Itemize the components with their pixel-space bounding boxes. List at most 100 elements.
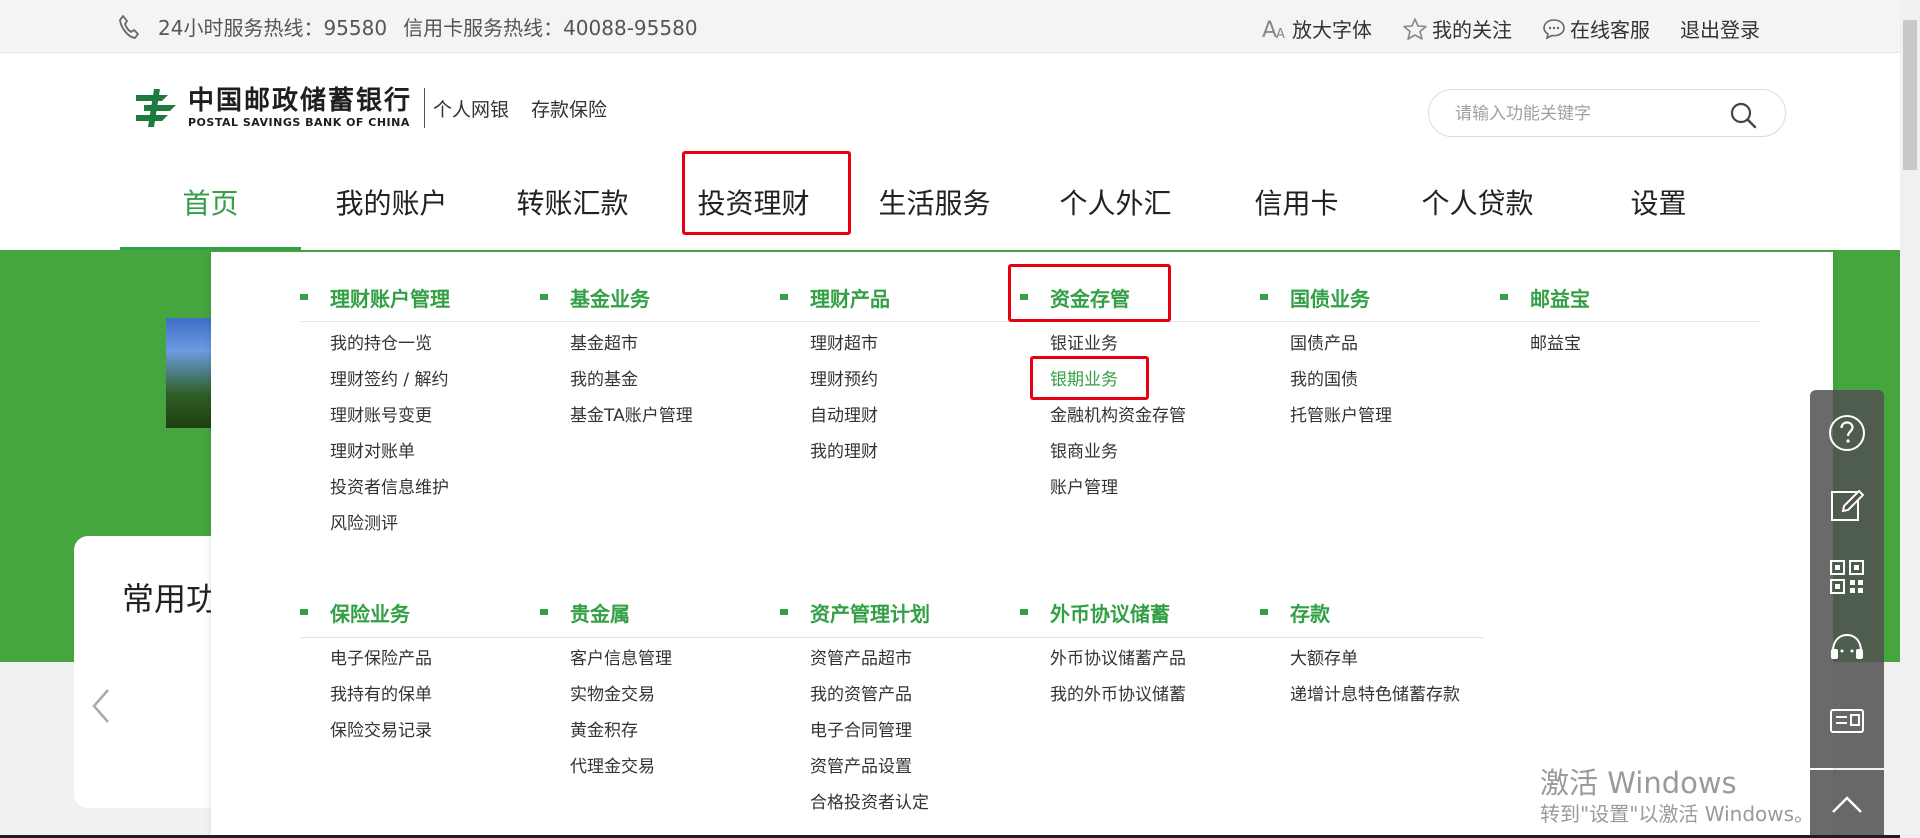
card-title: 常用功 bbox=[122, 580, 219, 618]
phone-icon bbox=[119, 14, 139, 39]
bullet-icon bbox=[300, 294, 308, 300]
menu-link[interactable]: 外币协议储蓄产品 bbox=[1050, 641, 1186, 677]
menu-link[interactable]: 代理金交易 bbox=[570, 749, 672, 785]
hotline-info: 24小时服务热线：95580 信用卡服务热线：40088-95580 bbox=[118, 13, 698, 40]
nav-life-service[interactable]: 生活服务 bbox=[844, 153, 1025, 250]
vertical-scrollbar[interactable] bbox=[1900, 0, 1920, 838]
star-icon bbox=[1403, 17, 1427, 40]
menu-link[interactable]: 客户信息管理 bbox=[570, 641, 672, 677]
common-functions-card: 常用功 bbox=[74, 536, 234, 808]
menu-link[interactable]: 银证业务 bbox=[1050, 326, 1186, 362]
menu-link[interactable]: 资管产品超市 bbox=[810, 641, 930, 677]
logo-divider bbox=[424, 88, 426, 128]
menu-link[interactable]: 投资者信息维护 bbox=[330, 470, 450, 506]
top-utility-bar: 24小时服务热线：95580 信用卡服务热线：40088-95580 AA 放大… bbox=[0, 0, 1920, 53]
menu-link[interactable]: 我的基金 bbox=[570, 362, 693, 398]
menu-link[interactable]: 理财对账单 bbox=[330, 434, 450, 470]
nav-transfer[interactable]: 转账汇款 bbox=[482, 153, 663, 250]
group-wealth-products: 理财产品 理财超市 理财预约 自动理财 我的理财 bbox=[780, 282, 890, 470]
psbc-logo-icon bbox=[136, 89, 176, 127]
menu-link[interactable]: 我的持仓一览 bbox=[330, 326, 450, 362]
menu-link[interactable]: 金融机构资金存管 bbox=[1050, 398, 1186, 434]
menu-link[interactable]: 我持有的保单 bbox=[330, 677, 432, 713]
main-nav: 首页 我的账户 转账汇款 投资理财 生活服务 个人外汇 信用卡 个人贷款 设置 bbox=[120, 153, 1749, 250]
font-size-icon: AA bbox=[1262, 18, 1285, 40]
menu-link-selected[interactable]: 银期业务 bbox=[1050, 362, 1186, 398]
svg-text:A: A bbox=[1262, 18, 1277, 40]
nav-investment[interactable]: 投资理财 bbox=[663, 153, 844, 250]
activation-watermark-hint: 转到"设置"以激活 Windows。 bbox=[1540, 802, 1815, 826]
menu-link[interactable]: 理财账号变更 bbox=[330, 398, 450, 434]
qrcode-button[interactable] bbox=[1810, 542, 1884, 612]
card-button[interactable] bbox=[1810, 686, 1884, 756]
group-wealth-account: 理财账户管理 我的持仓一览 理财签约 / 解约 理财账号变更 理财对账单 投资者… bbox=[300, 282, 450, 542]
menu-link[interactable]: 账户管理 bbox=[1050, 470, 1186, 506]
menu-link[interactable]: 理财预约 bbox=[810, 362, 890, 398]
nav-loans[interactable]: 个人贷款 bbox=[1387, 153, 1568, 250]
group-deposit: 存款 大额存单 递增计息特色储蓄存款 bbox=[1260, 597, 1460, 713]
enlarge-font-link[interactable]: AA 放大字体 bbox=[1262, 14, 1372, 43]
nav-settings[interactable]: 设置 bbox=[1568, 153, 1749, 250]
menu-link[interactable]: 理财签约 / 解约 bbox=[330, 362, 450, 398]
menu-link[interactable]: 风险测评 bbox=[330, 506, 450, 542]
group-youyibao: 邮益宝 邮益宝 bbox=[1500, 282, 1590, 362]
header: 中国邮政储蓄银行 POSTAL SAVINGS BANK OF CHINA 个人… bbox=[0, 53, 1920, 250]
search-icon[interactable] bbox=[1729, 101, 1757, 129]
bullet-icon bbox=[780, 294, 788, 300]
search-box bbox=[1428, 89, 1786, 137]
menu-link[interactable]: 银商业务 bbox=[1050, 434, 1186, 470]
back-to-top-button[interactable] bbox=[1810, 770, 1884, 838]
credit-card-hotline: 信用卡服务热线：40088-95580 bbox=[403, 16, 698, 40]
search-input[interactable] bbox=[1455, 102, 1735, 126]
menu-link[interactable]: 理财超市 bbox=[810, 326, 890, 362]
bullet-icon bbox=[1260, 609, 1268, 615]
menu-link[interactable]: 实物金交易 bbox=[570, 677, 672, 713]
menu-link[interactable]: 合格投资者认定 bbox=[810, 785, 930, 821]
menu-link[interactable]: 保险交易记录 bbox=[330, 713, 432, 749]
bullet-icon bbox=[1500, 294, 1508, 300]
menu-link[interactable]: 我的资管产品 bbox=[810, 677, 930, 713]
customer-service-icon bbox=[1831, 633, 1863, 659]
menu-link[interactable]: 黄金积存 bbox=[570, 713, 672, 749]
menu-link[interactable]: 电子保险产品 bbox=[330, 641, 432, 677]
menu-link[interactable]: 我的外币协议储蓄 bbox=[1050, 677, 1186, 713]
nav-credit-card[interactable]: 信用卡 bbox=[1206, 153, 1387, 250]
edit-icon bbox=[1831, 489, 1865, 521]
chevron-up-icon bbox=[1832, 796, 1862, 813]
online-service-link[interactable]: 在线客服 bbox=[1542, 14, 1650, 43]
my-follow-link[interactable]: 我的关注 bbox=[1402, 14, 1512, 43]
chevron-left-icon[interactable] bbox=[88, 686, 112, 726]
banner-image bbox=[166, 318, 216, 428]
service-button[interactable] bbox=[1810, 614, 1884, 684]
bullet-icon bbox=[1020, 294, 1028, 300]
menu-link[interactable]: 托管账户管理 bbox=[1290, 398, 1392, 434]
deposit-insurance-link[interactable]: 存款保险 bbox=[531, 95, 607, 122]
group-fund: 基金业务 基金超市 我的基金 基金TA账户管理 bbox=[540, 282, 693, 434]
chat-icon bbox=[1543, 18, 1565, 39]
menu-link[interactable]: 我的理财 bbox=[810, 434, 890, 470]
menu-link[interactable]: 邮益宝 bbox=[1530, 326, 1590, 362]
logout-link[interactable]: 退出登录 bbox=[1680, 14, 1760, 43]
question-icon bbox=[1829, 415, 1865, 451]
group-insurance: 保险业务 电子保险产品 我持有的保单 保险交易记录 bbox=[300, 597, 432, 749]
nav-forex[interactable]: 个人外汇 bbox=[1025, 153, 1206, 250]
menu-link[interactable]: 自动理财 bbox=[810, 398, 890, 434]
menu-link[interactable]: 递增计息特色储蓄存款 bbox=[1290, 677, 1460, 713]
menu-link[interactable]: 我的国债 bbox=[1290, 362, 1392, 398]
scrollbar-thumb[interactable] bbox=[1903, 20, 1917, 170]
help-button[interactable] bbox=[1810, 398, 1884, 468]
menu-link[interactable]: 基金超市 bbox=[570, 326, 693, 362]
menu-link[interactable]: 国债产品 bbox=[1290, 326, 1392, 362]
menu-link[interactable]: 大额存单 bbox=[1290, 641, 1460, 677]
group-treasury-bonds: 国债业务 国债产品 我的国债 托管账户管理 bbox=[1260, 282, 1392, 434]
menu-link[interactable]: 资管产品设置 bbox=[810, 749, 930, 785]
menu-link[interactable]: 基金TA账户管理 bbox=[570, 398, 693, 434]
service-hotline: 24小时服务热线：95580 bbox=[158, 16, 388, 40]
bank-logo[interactable]: 中国邮政储蓄银行 POSTAL SAVINGS BANK OF CHINA 个人… bbox=[132, 85, 629, 131]
floating-toolbar bbox=[1810, 390, 1884, 838]
investment-dropdown-menu: 理财账户管理 我的持仓一览 理财签约 / 解约 理财账号变更 理财对账单 投资者… bbox=[211, 252, 1833, 838]
nav-home[interactable]: 首页 bbox=[120, 153, 301, 250]
menu-link[interactable]: 电子合同管理 bbox=[810, 713, 930, 749]
feedback-button[interactable] bbox=[1810, 470, 1884, 540]
nav-my-account[interactable]: 我的账户 bbox=[301, 153, 482, 250]
